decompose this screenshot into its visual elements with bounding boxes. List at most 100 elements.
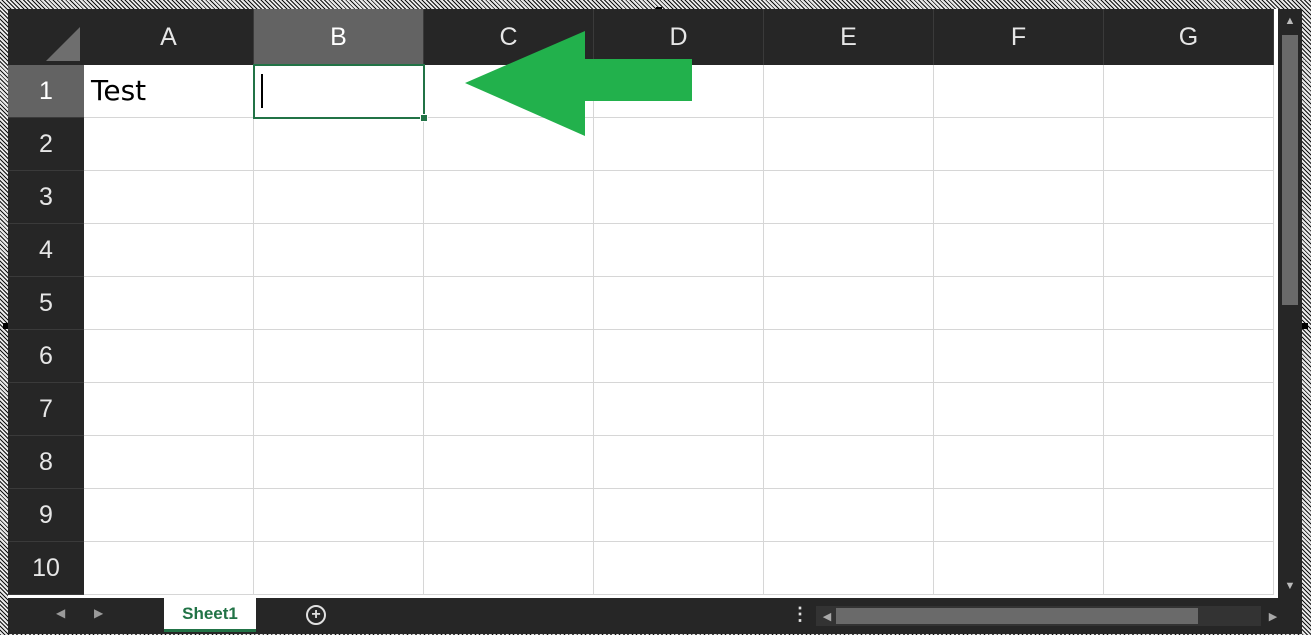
cell-e9[interactable] xyxy=(764,489,934,542)
cell-f7[interactable] xyxy=(934,383,1104,436)
row-header-7[interactable]: 7 xyxy=(8,383,84,436)
cell-b3[interactable] xyxy=(254,171,424,224)
text-cursor xyxy=(261,74,263,108)
cell-g1[interactable] xyxy=(1104,65,1274,118)
cell-b4[interactable] xyxy=(254,224,424,277)
cell-e10[interactable] xyxy=(764,542,934,595)
horizontal-scroll-thumb[interactable] xyxy=(836,608,1198,624)
resize-handle-right[interactable] xyxy=(1302,323,1308,329)
cell-g4[interactable] xyxy=(1104,224,1274,277)
column-header-a[interactable]: A xyxy=(84,9,254,65)
cell-e1[interactable] xyxy=(764,65,934,118)
cell-d8[interactable] xyxy=(594,436,764,489)
scroll-left-icon[interactable]: ◀ xyxy=(818,606,836,626)
more-options-icon[interactable]: ⋮ xyxy=(791,604,809,625)
cell-e4[interactable] xyxy=(764,224,934,277)
cell-b8[interactable] xyxy=(254,436,424,489)
column-header-e[interactable]: E xyxy=(764,9,934,65)
cell-e7[interactable] xyxy=(764,383,934,436)
row-header-8[interactable]: 8 xyxy=(8,436,84,489)
cell-c3[interactable] xyxy=(424,171,594,224)
cell-f6[interactable] xyxy=(934,330,1104,383)
cell-d3[interactable] xyxy=(594,171,764,224)
cell-b9[interactable] xyxy=(254,489,424,542)
cell-c8[interactable] xyxy=(424,436,594,489)
cell-d6[interactable] xyxy=(594,330,764,383)
cell-f10[interactable] xyxy=(934,542,1104,595)
cell-b6[interactable] xyxy=(254,330,424,383)
cell-f4[interactable] xyxy=(934,224,1104,277)
cell-c10[interactable] xyxy=(424,542,594,595)
column-header-b[interactable]: B xyxy=(254,9,424,65)
cell-b10[interactable] xyxy=(254,542,424,595)
cell-a4[interactable] xyxy=(84,224,254,277)
cell-f5[interactable] xyxy=(934,277,1104,330)
cell-f3[interactable] xyxy=(934,171,1104,224)
cell-g6[interactable] xyxy=(1104,330,1274,383)
row-header-10[interactable]: 10 xyxy=(8,542,84,595)
scroll-right-icon[interactable]: ▶ xyxy=(1264,606,1282,626)
cell-g8[interactable] xyxy=(1104,436,1274,489)
cell-g9[interactable] xyxy=(1104,489,1274,542)
sheet-tab-sheet1[interactable]: Sheet1 xyxy=(164,598,256,632)
cell-g3[interactable] xyxy=(1104,171,1274,224)
cell-c4[interactable] xyxy=(424,224,594,277)
column-header-g[interactable]: G xyxy=(1104,9,1274,65)
prev-sheet-icon[interactable]: ◀ xyxy=(56,606,65,620)
cell-d10[interactable] xyxy=(594,542,764,595)
scroll-up-icon[interactable]: ▲ xyxy=(1282,11,1298,31)
cell-c7[interactable] xyxy=(424,383,594,436)
cell-d7[interactable] xyxy=(594,383,764,436)
row-header-2[interactable]: 2 xyxy=(8,118,84,171)
cell-f2[interactable] xyxy=(934,118,1104,171)
spreadsheet-window: A B C D E F G 1 2 3 4 5 6 7 8 9 10 Test ▲ ▼ ◀ ▶ Sheet1 + … xyxy=(8,9,1302,634)
cell-a10[interactable] xyxy=(84,542,254,595)
scroll-down-icon[interactable]: ▼ xyxy=(1282,576,1298,596)
column-header-f[interactable]: F xyxy=(934,9,1104,65)
fill-handle[interactable] xyxy=(420,114,428,122)
vertical-scroll-thumb[interactable] xyxy=(1282,35,1298,305)
cell-f9[interactable] xyxy=(934,489,1104,542)
row-header-1[interactable]: 1 xyxy=(8,65,84,118)
cell-a2[interactable] xyxy=(84,118,254,171)
cell-f8[interactable] xyxy=(934,436,1104,489)
cell-a3[interactable] xyxy=(84,171,254,224)
cell-a9[interactable] xyxy=(84,489,254,542)
row-header-6[interactable]: 6 xyxy=(8,330,84,383)
cell-g10[interactable] xyxy=(1104,542,1274,595)
cell-e2[interactable] xyxy=(764,118,934,171)
cell-a8[interactable] xyxy=(84,436,254,489)
cell-g5[interactable] xyxy=(1104,277,1274,330)
cell-e3[interactable] xyxy=(764,171,934,224)
cell-e5[interactable] xyxy=(764,277,934,330)
cell-f1[interactable] xyxy=(934,65,1104,118)
row-header-5[interactable]: 5 xyxy=(8,277,84,330)
cell-a1-text: Test xyxy=(91,74,147,107)
cell-e8[interactable] xyxy=(764,436,934,489)
add-sheet-icon[interactable]: + xyxy=(306,605,326,625)
cell-d9[interactable] xyxy=(594,489,764,542)
cell-c5[interactable] xyxy=(424,277,594,330)
cell-c9[interactable] xyxy=(424,489,594,542)
cell-g2[interactable] xyxy=(1104,118,1274,171)
cell-e6[interactable] xyxy=(764,330,934,383)
cell-d4[interactable] xyxy=(594,224,764,277)
cell-g7[interactable] xyxy=(1104,383,1274,436)
row-header-3[interactable]: 3 xyxy=(8,171,84,224)
next-sheet-icon[interactable]: ▶ xyxy=(94,606,103,620)
cell-a6[interactable] xyxy=(84,330,254,383)
vertical-scrollbar[interactable]: ▲ ▼ xyxy=(1278,9,1302,598)
sheet-bar: ◀ ▶ Sheet1 + ⋮ ◀ ▶ xyxy=(8,598,1302,634)
cell-c6[interactable] xyxy=(424,330,594,383)
cell-b7[interactable] xyxy=(254,383,424,436)
row-header-9[interactable]: 9 xyxy=(8,489,84,542)
select-all-icon xyxy=(46,27,80,61)
row-header-4[interactable]: 4 xyxy=(8,224,84,277)
cell-b5[interactable] xyxy=(254,277,424,330)
cell-b2[interactable] xyxy=(254,118,424,171)
cell-a5[interactable] xyxy=(84,277,254,330)
cell-d5[interactable] xyxy=(594,277,764,330)
select-all-corner[interactable] xyxy=(8,9,84,65)
active-cell-b1[interactable] xyxy=(253,64,425,119)
cell-a7[interactable] xyxy=(84,383,254,436)
